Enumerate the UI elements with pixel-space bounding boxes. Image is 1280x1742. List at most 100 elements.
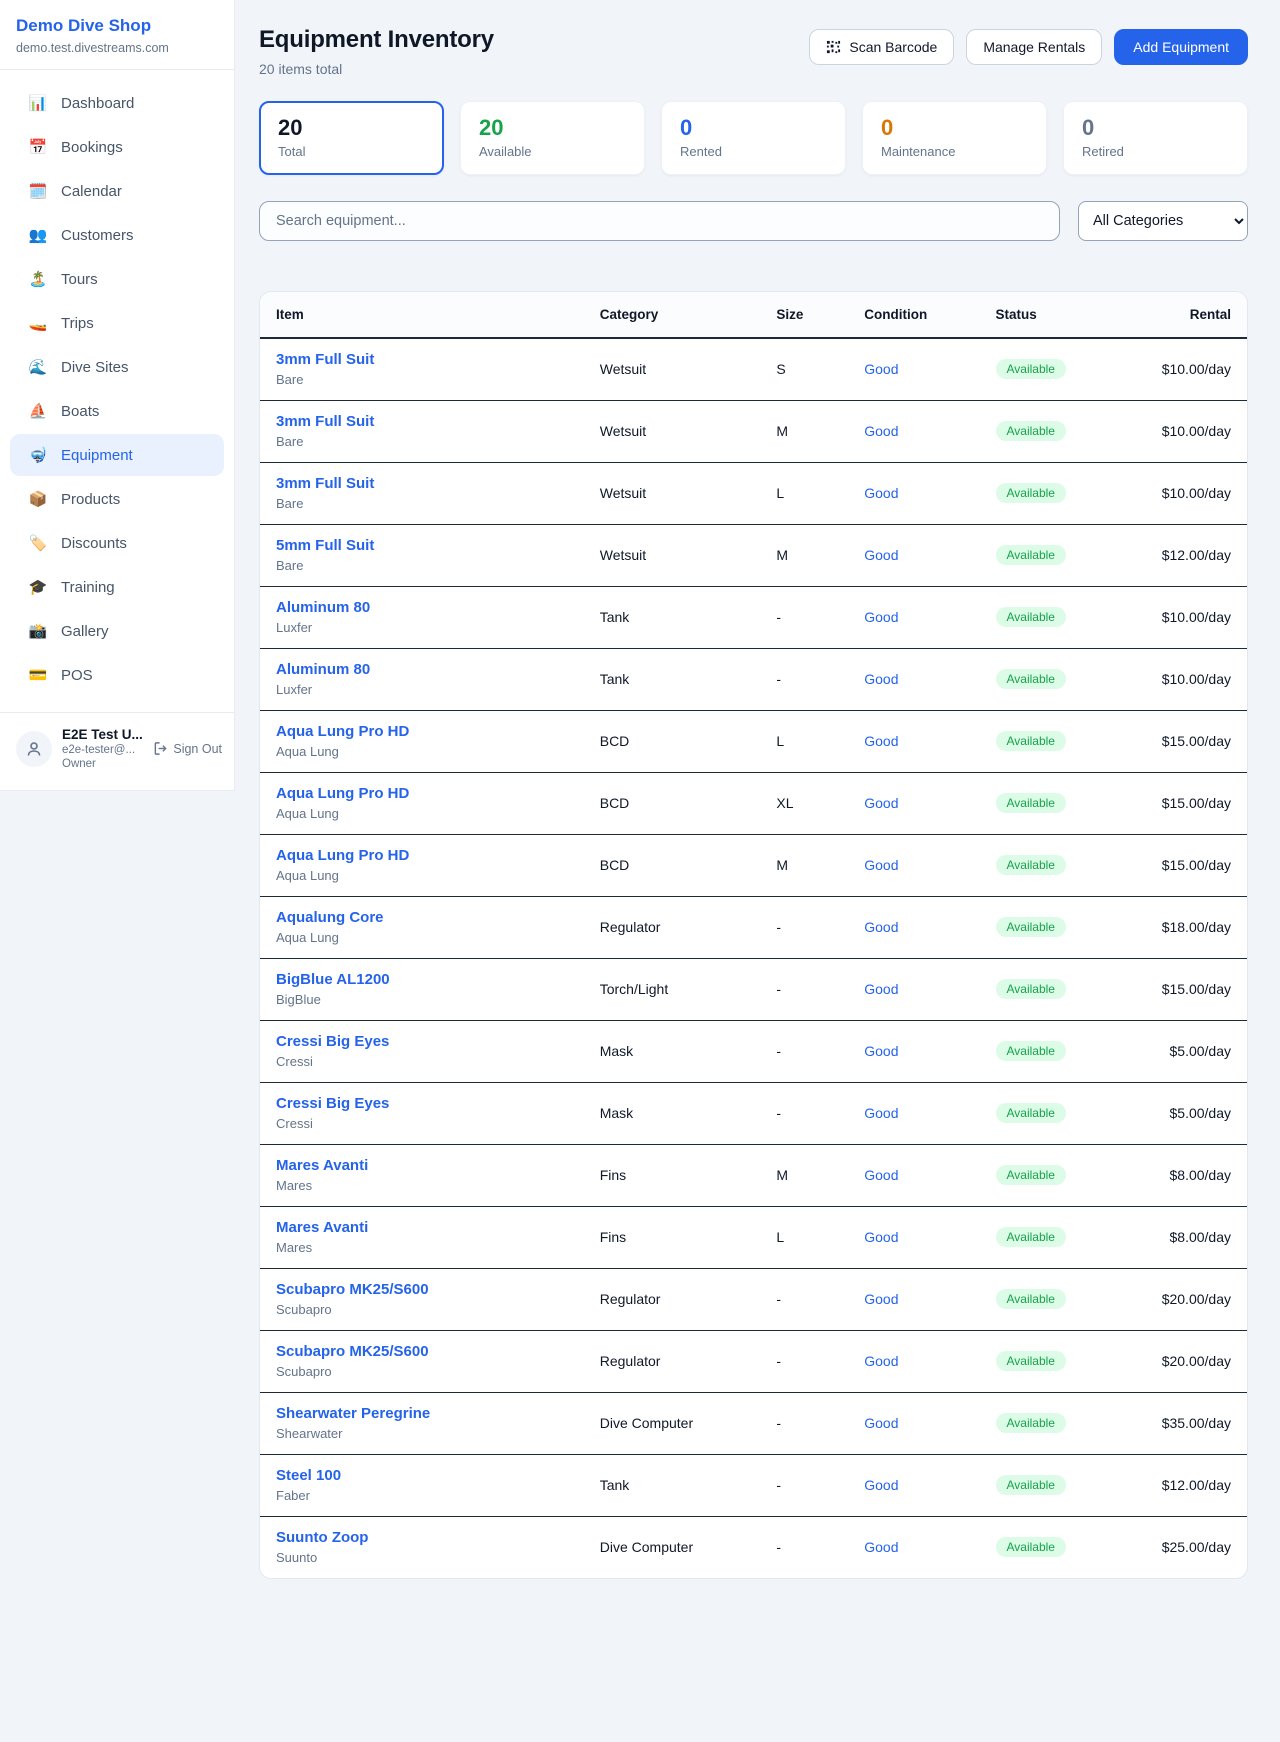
condition-link[interactable]: Good <box>864 547 898 563</box>
stat-card-available[interactable]: 20 Available <box>460 101 645 175</box>
brand-title[interactable]: Demo Dive Shop <box>16 16 218 36</box>
table-row[interactable]: Mares Avanti Mares Fins M Good Available… <box>260 1144 1247 1206</box>
item-category: Regulator <box>584 1330 761 1392</box>
condition-link[interactable]: Good <box>864 609 898 625</box>
sidebar-item-products[interactable]: 📦 Products <box>10 478 224 520</box>
item-name-link[interactable]: Steel 100 <box>276 1467 568 1484</box>
item-name-link[interactable]: Mares Avanti <box>276 1219 568 1236</box>
item-name-link[interactable]: 5mm Full Suit <box>276 537 568 554</box>
item-name-link[interactable]: Aluminum 80 <box>276 661 568 678</box>
rental-price: $15.00/day <box>1120 710 1247 772</box>
user-email: e2e-tester@... <box>62 744 143 756</box>
item-name-link[interactable]: Suunto Zoop <box>276 1529 568 1546</box>
table-row[interactable]: Aqua Lung Pro HD Aqua Lung BCD XL Good A… <box>260 772 1247 834</box>
stat-card-rented[interactable]: 0 Rented <box>661 101 846 175</box>
condition-link[interactable]: Good <box>864 733 898 749</box>
sidebar-item-bookings[interactable]: 📅 Bookings <box>10 126 224 168</box>
condition-link[interactable]: Good <box>864 1229 898 1245</box>
stat-label: Retired <box>1082 144 1229 159</box>
table-row[interactable]: Aluminum 80 Luxfer Tank - Good Available… <box>260 586 1247 648</box>
item-name-link[interactable]: Aqua Lung Pro HD <box>276 723 568 740</box>
sidebar-item-pos[interactable]: 💳 POS <box>10 654 224 696</box>
condition-link[interactable]: Good <box>864 1291 898 1307</box>
rental-price: $18.00/day <box>1120 896 1247 958</box>
item-name-link[interactable]: Aqua Lung Pro HD <box>276 847 568 864</box>
condition-link[interactable]: Good <box>864 981 898 997</box>
item-name-link[interactable]: 3mm Full Suit <box>276 351 568 368</box>
search-input[interactable] <box>259 201 1060 241</box>
sidebar-item-dive-sites[interactable]: 🌊 Dive Sites <box>10 346 224 388</box>
sidebar-item-boats[interactable]: ⛵ Boats <box>10 390 224 432</box>
condition-link[interactable]: Good <box>864 795 898 811</box>
table-row[interactable]: 3mm Full Suit Bare Wetsuit M Good Availa… <box>260 400 1247 462</box>
table-row[interactable]: Aluminum 80 Luxfer Tank - Good Available… <box>260 648 1247 710</box>
condition-link[interactable]: Good <box>864 1105 898 1121</box>
sidebar-item-gallery[interactable]: 📸 Gallery <box>10 610 224 652</box>
item-name-link[interactable]: Scubapro MK25/S600 <box>276 1281 568 1298</box>
table-row[interactable]: Cressi Big Eyes Cressi Mask - Good Avail… <box>260 1082 1247 1144</box>
stat-value: 20 <box>479 115 626 140</box>
table-row[interactable]: Cressi Big Eyes Cressi Mask - Good Avail… <box>260 1020 1247 1082</box>
item-name-link[interactable]: Aqualung Core <box>276 909 568 926</box>
sidebar-item-discounts[interactable]: 🏷️ Discounts <box>10 522 224 564</box>
sidebar-item-equipment[interactable]: 🤿 Equipment <box>10 434 224 476</box>
table-row[interactable]: Aqualung Core Aqua Lung Regulator - Good… <box>260 896 1247 958</box>
table-row[interactable]: 3mm Full Suit Bare Wetsuit S Good Availa… <box>260 338 1247 400</box>
stat-card-maintenance[interactable]: 0 Maintenance <box>862 101 1047 175</box>
status-badge: Available <box>996 917 1066 937</box>
condition-link[interactable]: Good <box>864 1043 898 1059</box>
condition-link[interactable]: Good <box>864 361 898 377</box>
condition-link[interactable]: Good <box>864 1353 898 1369</box>
stat-card-total[interactable]: 20 Total <box>259 101 444 175</box>
stat-label: Maintenance <box>881 144 1028 159</box>
item-name-link[interactable]: Aqua Lung Pro HD <box>276 785 568 802</box>
condition-link[interactable]: Good <box>864 857 898 873</box>
item-name-link[interactable]: Aluminum 80 <box>276 599 568 616</box>
condition-link[interactable]: Good <box>864 423 898 439</box>
condition-link[interactable]: Good <box>864 671 898 687</box>
sidebar-item-dashboard[interactable]: 📊 Dashboard <box>10 82 224 124</box>
sidebar-item-training[interactable]: 🎓 Training <box>10 566 224 608</box>
status-badge: Available <box>996 607 1066 627</box>
item-name-link[interactable]: Cressi Big Eyes <box>276 1095 568 1112</box>
dive-mask-icon: 🤿 <box>28 446 48 464</box>
condition-link[interactable]: Good <box>864 485 898 501</box>
table-row[interactable]: Aqua Lung Pro HD Aqua Lung BCD L Good Av… <box>260 710 1247 772</box>
item-size: M <box>760 524 848 586</box>
table-row[interactable]: Scubapro MK25/S600 Scubapro Regulator - … <box>260 1268 1247 1330</box>
condition-link[interactable]: Good <box>864 1415 898 1431</box>
table-row[interactable]: Suunto Zoop Suunto Dive Computer - Good … <box>260 1516 1247 1578</box>
manage-rentals-button[interactable]: Manage Rentals <box>966 29 1102 65</box>
table-row[interactable]: Scubapro MK25/S600 Scubapro Regulator - … <box>260 1330 1247 1392</box>
table-row[interactable]: Shearwater Peregrine Shearwater Dive Com… <box>260 1392 1247 1454</box>
item-name-link[interactable]: Scubapro MK25/S600 <box>276 1343 568 1360</box>
table-row[interactable]: 5mm Full Suit Bare Wetsuit M Good Availa… <box>260 524 1247 586</box>
item-name-link[interactable]: 3mm Full Suit <box>276 475 568 492</box>
item-name-link[interactable]: Shearwater Peregrine <box>276 1405 568 1422</box>
sidebar-item-customers[interactable]: 👥 Customers <box>10 214 224 256</box>
table-row[interactable]: Mares Avanti Mares Fins L Good Available… <box>260 1206 1247 1268</box>
sidebar-item-calendar[interactable]: 🗓️ Calendar <box>10 170 224 212</box>
condition-link[interactable]: Good <box>864 919 898 935</box>
category-filter-select[interactable]: All Categories <box>1078 201 1248 241</box>
item-name-link[interactable]: Cressi Big Eyes <box>276 1033 568 1050</box>
add-equipment-button[interactable]: Add Equipment <box>1114 29 1248 65</box>
condition-link[interactable]: Good <box>864 1539 898 1555</box>
table-row[interactable]: 3mm Full Suit Bare Wetsuit L Good Availa… <box>260 462 1247 524</box>
table-row[interactable]: Aqua Lung Pro HD Aqua Lung BCD M Good Av… <box>260 834 1247 896</box>
sign-out-button[interactable]: Sign Out <box>153 741 222 756</box>
item-name-link[interactable]: 3mm Full Suit <box>276 413 568 430</box>
item-brand: Bare <box>276 558 568 573</box>
table-row[interactable]: Steel 100 Faber Tank - Good Available $1… <box>260 1454 1247 1516</box>
scan-barcode-button[interactable]: Scan Barcode <box>809 29 954 65</box>
item-name-link[interactable]: BigBlue AL1200 <box>276 971 568 988</box>
condition-link[interactable]: Good <box>864 1167 898 1183</box>
sidebar-item-trips[interactable]: 🚤 Trips <box>10 302 224 344</box>
stat-card-retired[interactable]: 0 Retired <box>1063 101 1248 175</box>
sidebar-item-tours[interactable]: 🏝️ Tours <box>10 258 224 300</box>
table-row[interactable]: BigBlue AL1200 BigBlue Torch/Light - Goo… <box>260 958 1247 1020</box>
condition-link[interactable]: Good <box>864 1477 898 1493</box>
item-brand: Aqua Lung <box>276 930 568 945</box>
sidebar-item-label: Boats <box>61 403 99 420</box>
item-name-link[interactable]: Mares Avanti <box>276 1157 568 1174</box>
